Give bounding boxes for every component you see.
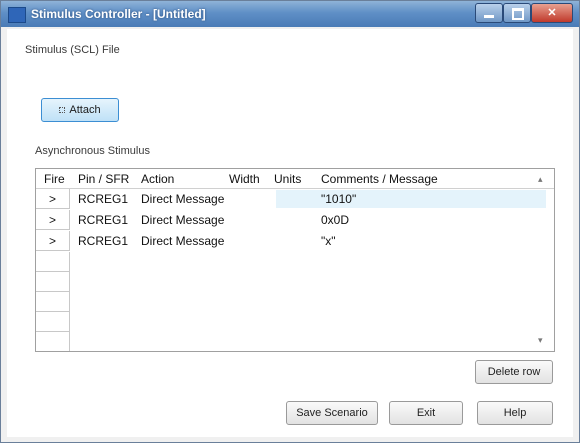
- fire-button[interactable]: >: [36, 210, 70, 230]
- cell-comment[interactable]: "1010": [321, 192, 356, 206]
- column-header-width: Width: [229, 172, 260, 186]
- attach-button-label: Attach: [69, 104, 101, 116]
- row-highlight: [276, 190, 546, 208]
- stimulus-controller-window: Stimulus Controller - [Untitled] ✕ Stimu…: [0, 0, 580, 443]
- empty-fire-cell[interactable]: [36, 272, 70, 292]
- table-row[interactable]: > RCREG1 Direct Message 0x0D: [36, 210, 554, 231]
- column-header-units: Units: [274, 172, 302, 186]
- empty-fire-cell[interactable]: [36, 292, 70, 312]
- window-title: Stimulus Controller - [Untitled]: [31, 7, 206, 21]
- close-icon: ✕: [547, 7, 557, 19]
- table-row[interactable]: > RCREG1 Direct Message "1010": [36, 189, 554, 210]
- column-header-action: Action: [141, 172, 175, 186]
- scroll-down-arrow[interactable]: ▾: [538, 335, 543, 346]
- fire-button[interactable]: >: [36, 189, 70, 209]
- fire-button[interactable]: >: [36, 231, 70, 251]
- app-window-icon: [8, 7, 26, 23]
- cell-pin[interactable]: RCREG1: [78, 192, 128, 206]
- column-header-comments: Comments / Message: [321, 172, 438, 186]
- cell-pin[interactable]: RCREG1: [78, 213, 128, 227]
- cell-action[interactable]: Direct Message: [141, 213, 224, 227]
- minimize-button[interactable]: [475, 3, 503, 23]
- focus-indicator: [59, 107, 66, 114]
- title-bar[interactable]: Stimulus Controller - [Untitled] ✕: [1, 1, 579, 27]
- empty-fire-cell[interactable]: [36, 312, 70, 332]
- maximize-icon: [512, 8, 524, 20]
- maximize-button[interactable]: [503, 3, 531, 23]
- asynchronous-stimulus-label: Asynchronous Stimulus: [35, 145, 150, 157]
- cell-action[interactable]: Direct Message: [141, 234, 224, 248]
- empty-fire-cell[interactable]: [36, 332, 70, 351]
- delete-row-button[interactable]: Delete row: [475, 360, 553, 384]
- column-header-pin-sfr: Pin / SFR: [78, 172, 130, 186]
- attach-button[interactable]: Attach: [41, 98, 119, 122]
- stimulus-file-label: Stimulus (SCL) File: [25, 44, 120, 56]
- scroll-up-arrow[interactable]: ▴: [538, 174, 543, 185]
- exit-button[interactable]: Exit: [389, 401, 463, 425]
- help-button[interactable]: Help: [477, 401, 553, 425]
- empty-fire-cell[interactable]: [36, 252, 70, 272]
- cell-action[interactable]: Direct Message: [141, 192, 224, 206]
- cell-comment[interactable]: 0x0D: [321, 213, 349, 227]
- stimulus-grid[interactable]: Fire Pin / SFR Action Width Units Commen…: [35, 168, 555, 352]
- save-scenario-button[interactable]: Save Scenario: [286, 401, 378, 425]
- cell-comment[interactable]: "x": [321, 234, 336, 248]
- column-header-fire: Fire: [44, 172, 65, 186]
- cell-pin[interactable]: RCREG1: [78, 234, 128, 248]
- minimize-icon: [484, 15, 494, 18]
- close-button[interactable]: ✕: [531, 3, 573, 23]
- table-row[interactable]: > RCREG1 Direct Message "x": [36, 231, 554, 252]
